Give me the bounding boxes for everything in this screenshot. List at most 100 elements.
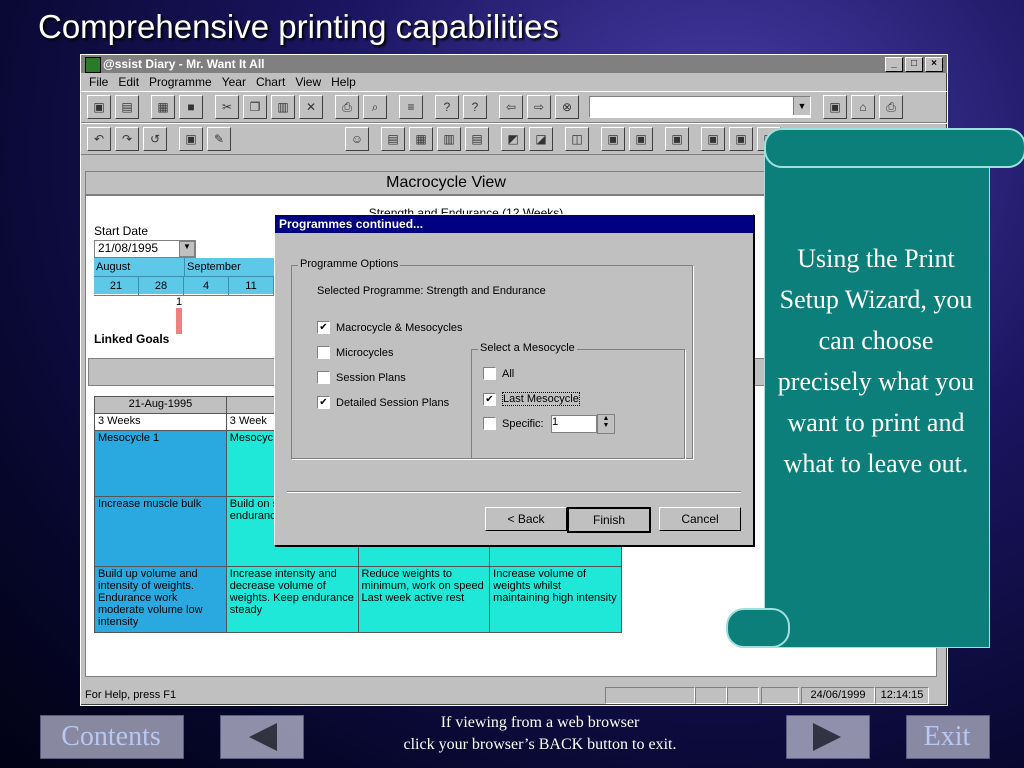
start-date-field[interactable]: 21/08/1995 ▼ (94, 240, 196, 258)
list-icon[interactable]: ≡ (399, 95, 423, 119)
checkbox-detailed-plans[interactable]: ✔ Detailed Session Plans (317, 396, 449, 409)
checkbox-session-plans[interactable]: Session Plans (317, 371, 406, 384)
cut-icon[interactable]: ✂ (215, 95, 239, 119)
back-button[interactable]: < Back (485, 507, 567, 531)
checkbox-meso-last[interactable]: ✔ Last Mesocycle (483, 392, 580, 406)
checkbox-box[interactable]: ✔ (317, 396, 330, 409)
print-preview-icon[interactable]: ⎙ (879, 95, 903, 119)
checkbox-microcycles[interactable]: Microcycles (317, 346, 393, 359)
menu-year[interactable]: Year (222, 73, 246, 91)
day-cell[interactable]: 4 (184, 277, 229, 295)
cancel-button[interactable]: Cancel (659, 507, 741, 531)
minimize-button[interactable]: _ (885, 57, 903, 72)
view2-icon[interactable]: ▦ (409, 127, 433, 151)
month-label: August (94, 258, 185, 276)
save-icon[interactable]: ■ (179, 95, 203, 119)
menu-chart[interactable]: Chart (256, 73, 285, 91)
contents-button[interactable]: Contents (40, 715, 182, 757)
open-icon[interactable]: ▤ (115, 95, 139, 119)
month-label: September (185, 258, 276, 276)
maximize-button[interactable]: □ (905, 57, 923, 72)
grid-header: 21-Aug-1995 (94, 396, 227, 414)
footer-line1: If viewing from a web browser (440, 714, 640, 731)
copy-icon[interactable]: ❐ (243, 95, 267, 119)
doc5-icon[interactable]: ▣ (729, 127, 753, 151)
print-icon[interactable]: ⎙ (335, 95, 359, 119)
checkbox-meso-specific[interactable]: Specific: (483, 417, 544, 430)
tool-d-icon[interactable]: ▣ (179, 127, 203, 151)
paste-icon[interactable]: ▥ (271, 95, 295, 119)
delete-icon[interactable]: ✕ (299, 95, 323, 119)
checkbox-box[interactable] (483, 417, 496, 430)
view4-icon[interactable]: ▤ (465, 127, 489, 151)
calendar-icon[interactable]: ◫ (565, 127, 589, 151)
grid-cell[interactable]: Mesocycle 1 (94, 430, 227, 497)
context-help-icon[interactable]: ? (463, 95, 487, 119)
menu-edit[interactable]: Edit (118, 73, 139, 91)
status-pane (727, 687, 759, 704)
grid-weeks: 3 Weeks (94, 413, 227, 431)
menu-programme[interactable]: Programme (149, 73, 212, 91)
view1-icon[interactable]: ▤ (381, 127, 405, 151)
day-cell[interactable]: 21 (94, 277, 139, 295)
tool-c-icon[interactable]: ↺ (143, 127, 167, 151)
dialog-title[interactable]: Programmes continued... (275, 215, 753, 233)
view3-icon[interactable]: ▥ (437, 127, 461, 151)
checkbox-macrocycle[interactable]: ✔ Macrocycle & Mesocycles (317, 321, 463, 334)
edit-icon[interactable]: ✎ (207, 127, 231, 151)
doc1-icon[interactable]: ▣ (601, 127, 625, 151)
checkbox-box[interactable] (483, 367, 496, 380)
help-icon[interactable]: ? (435, 95, 459, 119)
forward-arrow-icon[interactable]: ⇨ (527, 95, 551, 119)
folder-icon[interactable]: ▦ (151, 95, 175, 119)
menu-view[interactable]: View (295, 73, 321, 91)
mesocycle-marker[interactable] (176, 308, 182, 334)
specific-value-field[interactable]: 1 (551, 415, 597, 433)
stop-icon[interactable]: ⊗ (555, 95, 579, 119)
chevron-down-icon[interactable]: ▼ (179, 241, 195, 257)
chart2-icon[interactable]: ◪ (529, 127, 553, 151)
checkbox-label: Specific: (502, 417, 544, 430)
home-icon[interactable]: ⌂ (851, 95, 875, 119)
checkbox-box[interactable]: ✔ (483, 392, 496, 406)
new-icon[interactable]: ▣ (87, 95, 111, 119)
close-button[interactable]: × (925, 57, 943, 72)
day-cell[interactable]: 11 (229, 277, 274, 295)
menu-help[interactable]: Help (331, 73, 356, 91)
tool-a-icon[interactable]: ↶ (87, 127, 111, 151)
grid-cell[interactable]: Increase muscle bulk (94, 496, 227, 567)
chevron-down-icon[interactable]: ▼ (793, 97, 810, 115)
checkbox-box[interactable]: ✔ (317, 321, 330, 334)
window-title: @ssist Diary - Mr. Want It All (103, 57, 265, 71)
checkbox-box[interactable] (317, 371, 330, 384)
user-icon[interactable]: ☺ (345, 127, 369, 151)
grid-cell[interactable]: Increase intensity and decrease volume o… (225, 566, 359, 633)
doc2-icon[interactable]: ▣ (629, 127, 653, 151)
checkbox-label: Macrocycle & Mesocycles (336, 321, 463, 334)
next-button[interactable] (786, 715, 870, 759)
doc3-icon[interactable]: ▣ (665, 127, 689, 151)
day-cell[interactable]: 28 (139, 277, 184, 295)
prev-button[interactable] (220, 715, 304, 759)
spinner-arrows-icon[interactable]: ▲ ▼ (597, 414, 615, 434)
finish-button[interactable]: Finish (567, 507, 651, 533)
checkbox-box[interactable] (317, 346, 330, 359)
window-titlebar[interactable]: @ssist Diary - Mr. Want It All _ □ × (81, 55, 947, 73)
checkbox-meso-all[interactable]: All (483, 367, 514, 380)
refresh-icon[interactable]: ▣ (823, 95, 847, 119)
status-help-text: For Help, press F1 (85, 689, 177, 701)
menu-file[interactable]: File (89, 73, 108, 91)
chart-icon[interactable]: ◩ (501, 127, 525, 151)
grid-cell[interactable]: Build up volume and intensity of weights… (94, 566, 227, 633)
back-arrow-icon[interactable]: ⇦ (499, 95, 523, 119)
start-date-label: Start Date (94, 224, 149, 238)
grid-cell[interactable]: Increase volume of weights whilst mainta… (489, 566, 622, 633)
doc4-icon[interactable]: ▣ (701, 127, 725, 151)
checkbox-label: Detailed Session Plans (336, 396, 450, 409)
tool-b-icon[interactable]: ↷ (115, 127, 139, 151)
address-combo[interactable]: ▼ (589, 96, 811, 118)
left-arrow-icon (249, 723, 277, 751)
grid-cell[interactable]: Reduce weights to minimum, work on speed… (357, 566, 491, 633)
exit-button[interactable]: Exit (906, 715, 988, 757)
find-icon[interactable]: ⌕ (363, 95, 387, 119)
